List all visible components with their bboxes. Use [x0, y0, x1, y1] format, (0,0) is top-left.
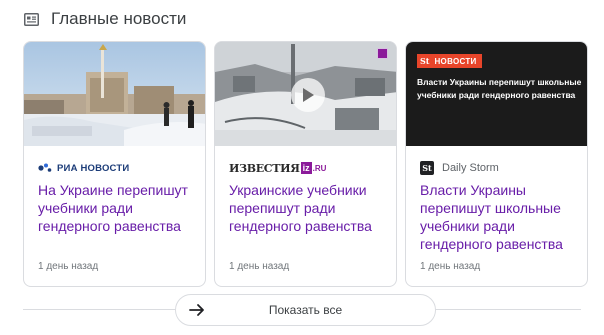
- source-domain: .RU: [312, 163, 327, 173]
- newspaper-icon: [24, 12, 39, 26]
- ria-logo-icon: [38, 162, 52, 174]
- section-title: Главные новости: [51, 9, 187, 28]
- source-row: ИЗВЕСТИЯ iz .RU: [229, 160, 326, 176]
- source-row: St Daily Storm: [420, 160, 499, 176]
- badge-logo: St: [417, 54, 433, 68]
- top-stories-header: Главные новости: [24, 8, 186, 30]
- show-all-label: Показать все: [268, 303, 343, 317]
- source-name: Daily Storm: [442, 162, 499, 174]
- video-source-badge: [377, 48, 388, 59]
- headline-link[interactable]: На Украине перепишут учебники ради генде…: [38, 181, 196, 235]
- izvestia-logo: ИЗВЕСТИЯ iz .RU: [229, 162, 326, 175]
- badge-label: НОВОСТИ: [432, 54, 482, 68]
- source-logo-mark: St: [420, 161, 434, 175]
- news-thumbnail: St НОВОСТИ Власти Украины перепишут школ…: [406, 42, 587, 146]
- news-card[interactable]: РИА НОВОСТИ На Украине перепишут учебник…: [23, 41, 206, 287]
- news-card[interactable]: St НОВОСТИ Власти Украины перепишут школ…: [405, 41, 588, 287]
- source-logo-mark: iz: [300, 162, 312, 174]
- publish-time: 1 день назад: [420, 261, 481, 272]
- source-row: РИА НОВОСТИ: [38, 160, 129, 176]
- publish-time: 1 день назад: [38, 261, 99, 272]
- news-thumbnail: [24, 42, 205, 146]
- headline-link[interactable]: Власти Украины перепишут школьные учебни…: [420, 181, 578, 253]
- news-video-thumbnail[interactable]: [215, 42, 396, 146]
- thumbnail-headline: Власти Украины перепишут школьные учебни…: [417, 77, 582, 100]
- daily-storm-news-badge: St НОВОСТИ: [417, 54, 482, 68]
- source-name: РИА НОВОСТИ: [57, 162, 130, 174]
- daily-storm-logo: St Daily Storm: [420, 161, 499, 175]
- headline-link[interactable]: Украинские учебники перепишут ради генде…: [229, 181, 387, 235]
- show-all-button[interactable]: Показать все: [175, 294, 436, 326]
- ria-novosti-logo: РИА НОВОСТИ: [38, 162, 129, 174]
- source-name: ИЗВЕСТИЯ: [229, 161, 300, 175]
- news-card[interactable]: ИЗВЕСТИЯ iz .RU Украинские учебники пере…: [214, 41, 397, 287]
- play-icon[interactable]: [291, 78, 325, 112]
- publish-time: 1 день назад: [229, 261, 290, 272]
